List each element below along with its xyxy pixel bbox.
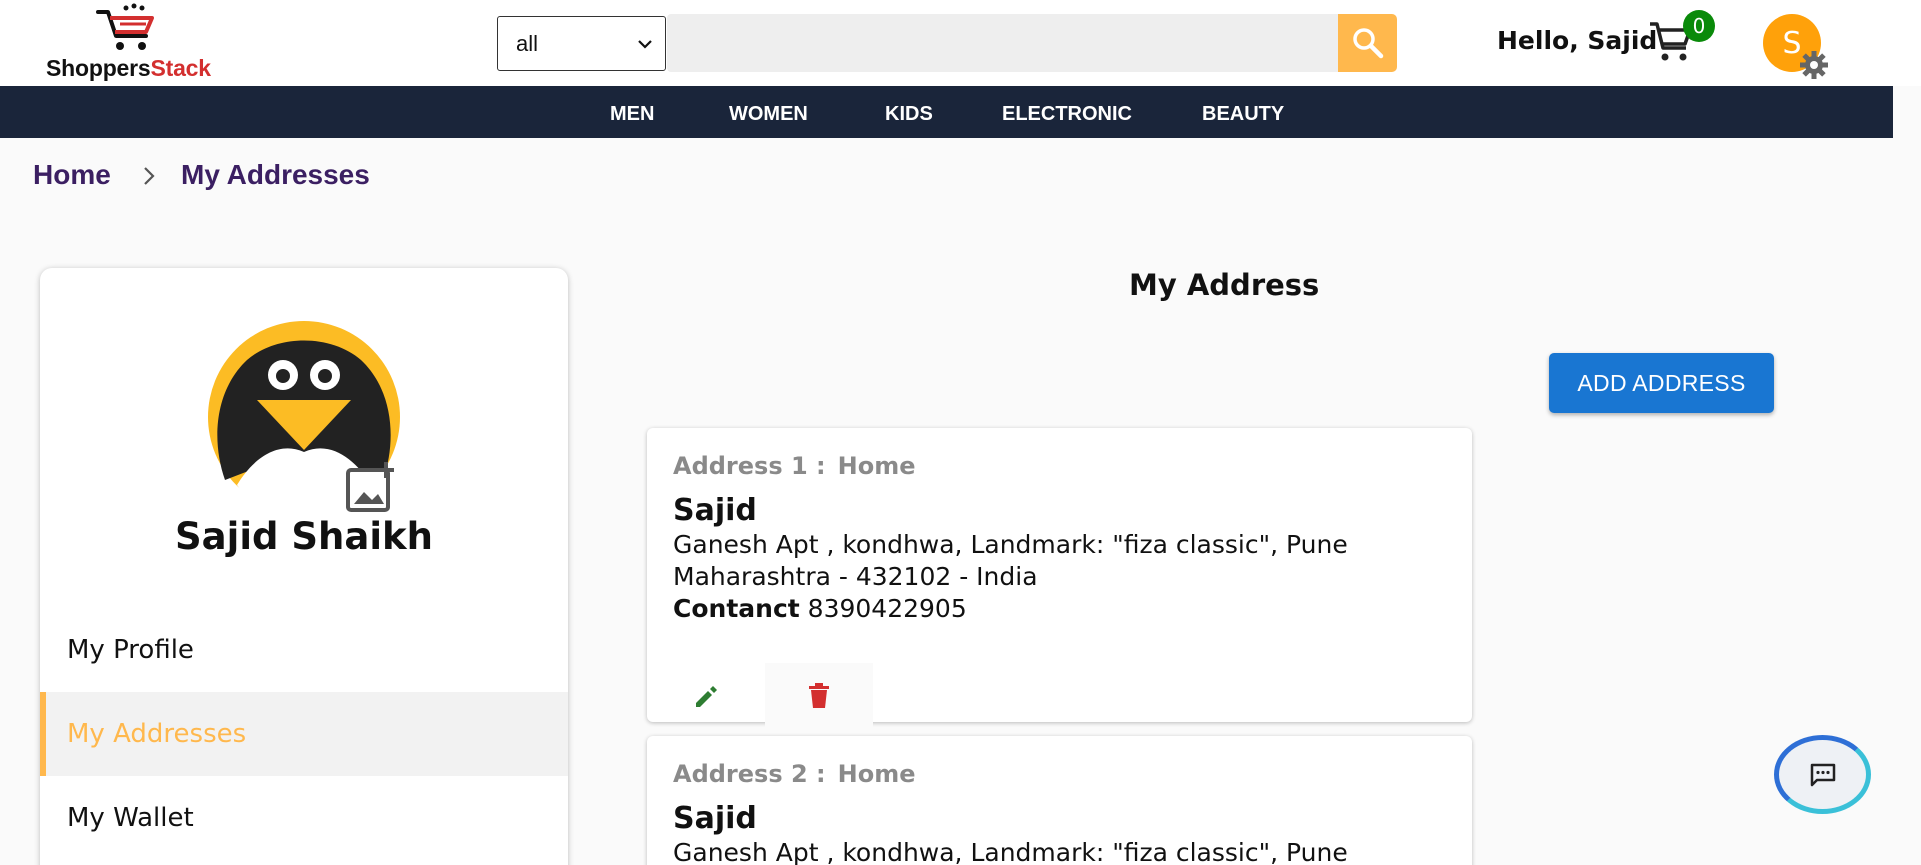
edit-icon <box>696 686 717 707</box>
search-button[interactable] <box>1338 14 1397 72</box>
greeting-text: Hello, Sajid <box>1497 26 1658 55</box>
chevron-right-icon <box>144 167 155 185</box>
contact-label: Contanct <box>673 594 800 623</box>
breadcrumb-home[interactable]: Home <box>33 159 111 191</box>
delete-address-button[interactable] <box>765 663 873 729</box>
search-icon <box>1352 28 1383 59</box>
delete-icon <box>809 683 829 708</box>
chat-button[interactable] <box>1774 735 1871 814</box>
add-photo-icon[interactable] <box>346 460 400 514</box>
chevron-down-icon <box>638 40 652 49</box>
logo[interactable]: ShoppersStack <box>44 2 234 82</box>
address-card-1: Address 1 : Home Sajid Ganesh Apt , kondh… <box>647 428 1472 729</box>
address-line-1: Ganesh Apt , kondhwa, Landmark: "fiza cl… <box>673 530 1348 559</box>
logo-text-part2: Stack <box>150 55 211 81</box>
address-type: Home <box>837 760 916 788</box>
nav-item-men[interactable]: MEN <box>610 103 654 126</box>
address-card-2: Address 2 : Home Sajid Ganesh Apt , kondh… <box>647 736 1472 865</box>
nav-item-kids[interactable]: KIDS <box>885 103 933 126</box>
profile-sidebar: Sajid Shaikh My Profile My Addresses My … <box>40 268 568 865</box>
add-address-button[interactable]: ADD ADDRESS <box>1549 353 1774 413</box>
logo-text-part1: Shoppers <box>46 55 151 81</box>
sidebar-item-my-profile[interactable]: My Profile <box>40 608 568 692</box>
address-line-1: Ganesh Apt , kondhwa, Landmark: "fiza cl… <box>673 838 1348 865</box>
address-line-2: Maharashtra - 432102 - India <box>673 562 1038 591</box>
address-type: Home <box>837 452 916 480</box>
sidebar-item-my-addresses[interactable]: My Addresses <box>40 692 568 776</box>
edit-address-button[interactable] <box>683 674 729 720</box>
category-select[interactable]: all <box>497 16 666 71</box>
profile-name: Sajid Shaikh <box>175 515 433 558</box>
nav-item-beauty[interactable]: BEAUTY <box>1202 103 1284 126</box>
chat-icon <box>1810 763 1835 786</box>
cart-logo-icon <box>96 3 154 50</box>
search-input[interactable] <box>667 14 1339 72</box>
sidebar-item-my-wallet[interactable]: My Wallet <box>40 776 568 860</box>
breadcrumb-current: My Addresses <box>181 159 370 190</box>
section-title: My Address <box>1129 268 1320 302</box>
address-contact: Contanct 8390422905 <box>673 594 967 623</box>
address-name: Sajid <box>673 493 757 528</box>
address-label: Address 1 : <box>673 452 826 480</box>
category-select-value: all <box>516 30 539 56</box>
cart-count-badge: 0 <box>1683 10 1715 42</box>
header: ShoppersStack all Hello, Sajid 0 S <box>0 0 1921 86</box>
nav-item-women[interactable]: WOMEN <box>729 103 808 126</box>
gear-icon[interactable] <box>1799 50 1829 80</box>
address-name: Sajid <box>673 801 757 836</box>
address-label: Address 2 : <box>673 760 826 788</box>
category-nav: MEN WOMEN KIDS ELECTRONIC BEAUTY <box>0 86 1893 138</box>
contact-number: 8390422905 <box>807 594 967 623</box>
nav-item-electronic[interactable]: ELECTRONIC <box>1002 103 1132 126</box>
